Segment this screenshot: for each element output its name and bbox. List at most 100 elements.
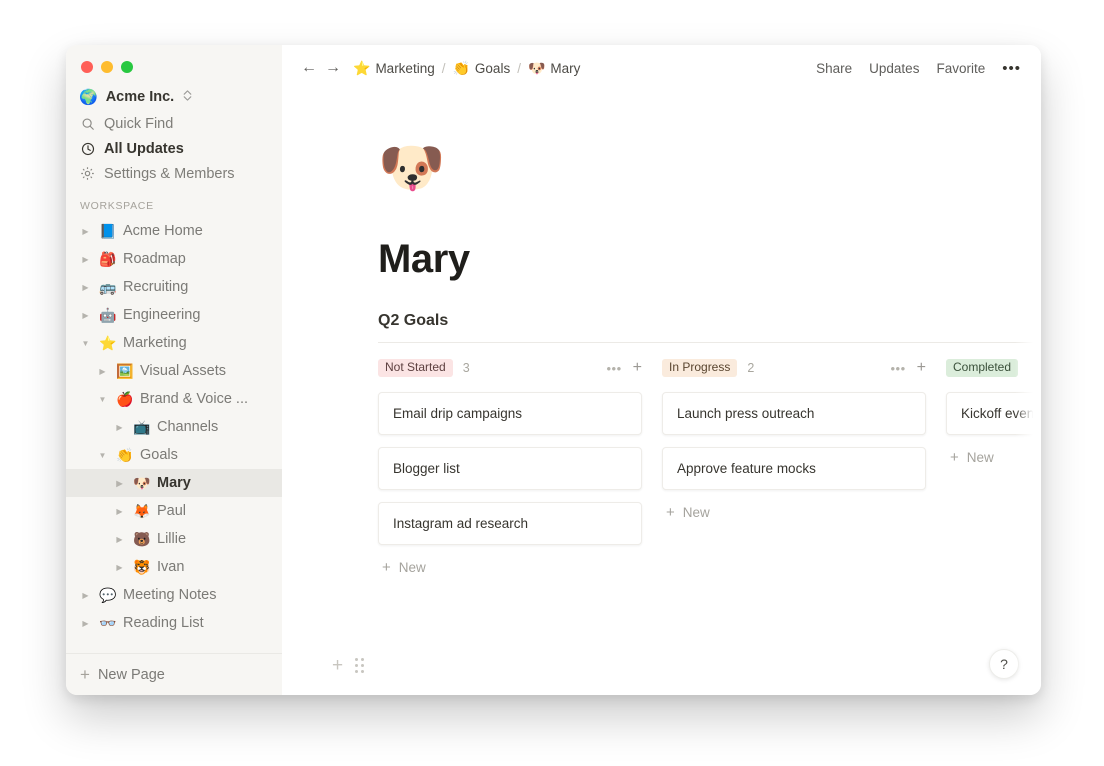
- sidebar-item-visual-assets[interactable]: ▶ 🖼️ Visual Assets: [66, 357, 282, 385]
- kanban-card[interactable]: Instagram ad research: [378, 502, 642, 545]
- sidebar-item-label: Engineering: [123, 307, 201, 323]
- chevron-updown-icon: [183, 89, 192, 105]
- sidebar-item-roadmap[interactable]: ▶ 🎒 Roadmap: [66, 245, 282, 273]
- page-emoji-icon: 📺: [133, 419, 151, 435]
- sidebar-item-label: Roadmap: [123, 251, 186, 267]
- sidebar-item-label: Acme Home: [123, 223, 203, 239]
- chevron-right-icon[interactable]: ▶: [113, 479, 126, 488]
- sidebar-item-acme-home[interactable]: ▶ 📘 Acme Home: [66, 217, 282, 245]
- minimize-button[interactable]: [101, 61, 113, 73]
- kanban-card[interactable]: Launch press outreach: [662, 392, 926, 435]
- breadcrumb-separator: /: [441, 60, 446, 76]
- back-button[interactable]: ←: [297, 59, 321, 77]
- chevron-right-icon[interactable]: ▶: [113, 535, 126, 544]
- page-title[interactable]: Mary: [378, 237, 1041, 282]
- new-page-label: New Page: [97, 666, 165, 683]
- page-content: 🐶 Mary Q2 Goals Not Started 3 ••• + Email dr…: [282, 91, 1041, 695]
- board-title[interactable]: Q2 Goals: [378, 312, 1041, 330]
- column-new-card-button[interactable]: + New: [946, 447, 1041, 465]
- add-block-button[interactable]: +: [332, 656, 343, 675]
- chevron-right-icon[interactable]: ▶: [113, 423, 126, 432]
- sidebar-item-marketing[interactable]: ▼ ⭐ Marketing: [66, 329, 282, 357]
- sidebar-item-lillie[interactable]: ▶ 🐻 Lillie: [66, 525, 282, 553]
- page-emoji-icon: 🤖: [99, 307, 117, 323]
- chevron-right-icon[interactable]: ▶: [113, 507, 126, 516]
- workspace-switcher[interactable]: 🌍 Acme Inc.: [66, 83, 282, 111]
- breadcrumb-emoji-icon: 👏: [452, 60, 470, 76]
- sidebar-item-mary[interactable]: ▶ 🐶 Mary: [66, 469, 282, 497]
- sidebar-item-channels[interactable]: ▶ 📺 Channels: [66, 413, 282, 441]
- kanban-card[interactable]: Kickoff event: [946, 392, 1041, 435]
- sidebar-item-label: Mary: [157, 475, 191, 491]
- sidebar: 🌍 Acme Inc. Quick Find All Updates Setting…: [66, 45, 282, 695]
- sidebar-item-label: Meeting Notes: [123, 587, 217, 603]
- sidebar-nav-quick-find[interactable]: Quick Find: [66, 111, 282, 136]
- page-emoji-icon: 🦊: [133, 503, 151, 519]
- column-count: 3: [462, 361, 470, 375]
- share-button[interactable]: Share: [816, 61, 852, 76]
- close-button[interactable]: [81, 61, 93, 73]
- help-button[interactable]: ?: [989, 649, 1019, 679]
- forward-button[interactable]: →: [321, 59, 345, 77]
- sidebar-item-label: Channels: [157, 419, 219, 435]
- new-page-button[interactable]: + New Page: [66, 653, 282, 695]
- column-menu-button[interactable]: •••: [607, 362, 622, 375]
- favorite-button[interactable]: Favorite: [936, 61, 985, 76]
- column-add-card-button[interactable]: +: [917, 360, 926, 376]
- chevron-right-icon[interactable]: ▶: [79, 619, 92, 628]
- breadcrumb-item-marketing[interactable]: ⭐ Marketing: [353, 61, 435, 76]
- maximize-button[interactable]: [121, 61, 133, 73]
- sidebar-item-engineering[interactable]: ▶ 🤖 Engineering: [66, 301, 282, 329]
- sidebar-item-recruiting[interactable]: ▶ 🚌 Recruiting: [66, 273, 282, 301]
- chevron-right-icon[interactable]: ▶: [96, 367, 109, 376]
- sidebar-item-brand-voice[interactable]: ▼ 🍎 Brand & Voice ...: [66, 385, 282, 413]
- sidebar-nav-all-updates[interactable]: All Updates: [66, 136, 282, 161]
- breadcrumb-item-mary[interactable]: 🐶 Mary: [528, 61, 580, 76]
- chevron-right-icon[interactable]: ▶: [79, 227, 92, 236]
- chevron-down-icon[interactable]: ▼: [79, 339, 92, 348]
- breadcrumb-item-goals[interactable]: 👏 Goals: [452, 61, 510, 76]
- page-emoji-icon[interactable]: 🐶: [378, 91, 1041, 195]
- sidebar-nav: Quick Find All Updates Settings & Members: [66, 111, 282, 186]
- column-add-card-button[interactable]: +: [633, 360, 642, 376]
- drag-handle-icon[interactable]: [355, 658, 365, 673]
- sidebar-item-label: Marketing: [123, 335, 187, 351]
- kanban-card[interactable]: Approve feature mocks: [662, 447, 926, 490]
- chevron-right-icon[interactable]: ▶: [79, 255, 92, 264]
- chevron-right-icon[interactable]: ▶: [79, 283, 92, 292]
- chevron-right-icon[interactable]: ▶: [79, 311, 92, 320]
- column-new-card-button[interactable]: + New: [662, 502, 926, 520]
- chevron-down-icon[interactable]: ▼: [96, 395, 109, 404]
- top-bar: ← → ⭐ Marketing / 👏 Goals / 🐶 Mary Share Update…: [282, 45, 1041, 91]
- globe-icon: 🌍: [79, 88, 98, 106]
- kanban-column: Completed•••+ Kickoff event + New: [946, 357, 1041, 575]
- sidebar-item-ivan[interactable]: ▶ 🐯 Ivan: [66, 553, 282, 581]
- kanban-column-header: In Progress 2 ••• +: [662, 357, 926, 379]
- column-new-card-button[interactable]: + New: [378, 557, 642, 575]
- sidebar-item-label: Lillie: [157, 531, 187, 547]
- more-options-button[interactable]: •••: [1002, 61, 1021, 76]
- sidebar-nav-settings-members[interactable]: Settings & Members: [66, 161, 282, 186]
- chevron-down-icon[interactable]: ▼: [96, 451, 109, 460]
- search-icon: [80, 116, 95, 131]
- kanban-card[interactable]: Email drip campaigns: [378, 392, 642, 435]
- breadcrumb-label: Goals: [474, 60, 511, 76]
- column-menu-button[interactable]: •••: [891, 362, 906, 375]
- page-emoji-icon: 🐻: [133, 531, 151, 547]
- kanban-card[interactable]: Blogger list: [378, 447, 642, 490]
- sidebar-item-label: Goals: [140, 447, 178, 463]
- gear-icon: [80, 166, 95, 181]
- chevron-right-icon[interactable]: ▶: [113, 563, 126, 572]
- workspace-name: Acme Inc.: [105, 89, 175, 105]
- sidebar-item-paul[interactable]: ▶ 🦊 Paul: [66, 497, 282, 525]
- status-badge: Not Started: [378, 358, 453, 378]
- sidebar-nav-label: Quick Find: [104, 115, 174, 132]
- kanban-column-header: Not Started 3 ••• +: [378, 357, 642, 379]
- sidebar-item-reading-list[interactable]: ▶ 👓 Reading List: [66, 609, 282, 637]
- page-emoji-icon: 🖼️: [116, 363, 134, 379]
- updates-button[interactable]: Updates: [869, 61, 919, 76]
- chevron-right-icon[interactable]: ▶: [79, 591, 92, 600]
- sidebar-item-goals[interactable]: ▼ 👏 Goals: [66, 441, 282, 469]
- sidebar-item-meeting-notes[interactable]: ▶ 💬 Meeting Notes: [66, 581, 282, 609]
- breadcrumb: ⭐ Marketing / 👏 Goals / 🐶 Mary: [353, 61, 580, 76]
